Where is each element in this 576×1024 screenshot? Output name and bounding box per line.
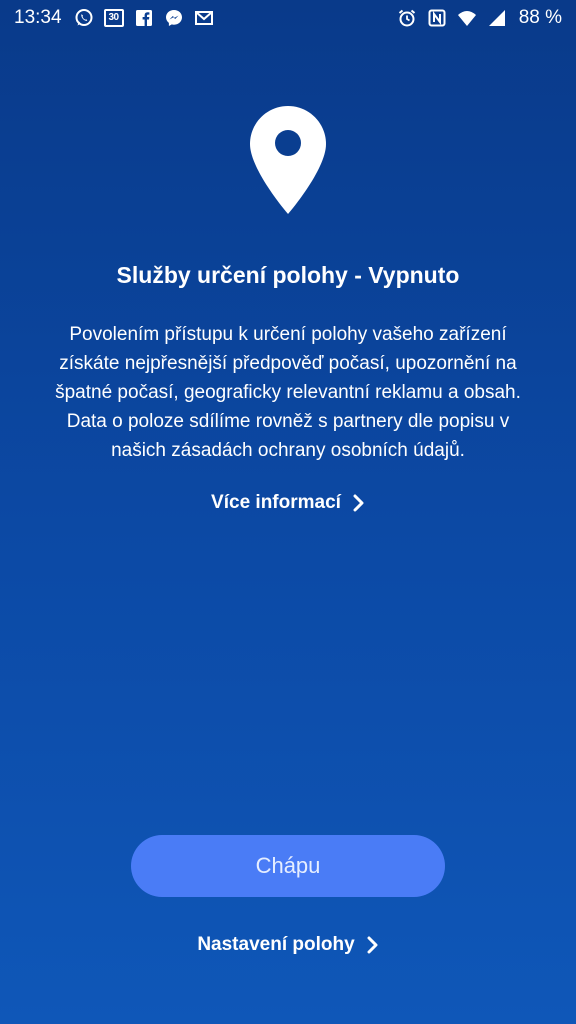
location-pin-container (0, 104, 576, 216)
chevron-right-icon (365, 936, 379, 954)
description-text: Povolením přístupu k určení polohy vašeh… (55, 324, 521, 461)
chevron-right-icon (351, 494, 365, 512)
page-title: Služby určení polohy - Vypnuto (116, 262, 460, 288)
wifi-icon (457, 8, 477, 28)
more-info-link[interactable]: Více informací (0, 492, 576, 514)
location-services-screen: 13:34 30 88 % Služby určení polohy - Vyp… (0, 0, 576, 1024)
location-settings-link[interactable]: Nastavení polohy (0, 934, 576, 956)
got-it-button[interactable]: Chápu (131, 835, 445, 897)
alarm-icon (397, 8, 417, 28)
messenger-icon (164, 8, 184, 28)
status-bar: 13:34 30 88 % (0, 0, 576, 36)
location-pin-icon (250, 106, 326, 214)
signal-icon (487, 8, 507, 28)
more-info-label: Více informací (211, 492, 341, 513)
calendar-icon: 30 (103, 9, 124, 27)
status-bar-right: 88 % (397, 7, 562, 29)
nfc-icon (427, 8, 447, 28)
gmail-icon (194, 8, 214, 28)
location-settings-label: Nastavení polohy (197, 934, 355, 955)
facebook-icon (134, 8, 154, 28)
battery-percent: 88 % (518, 7, 562, 28)
whatsapp-icon (74, 8, 94, 28)
status-time: 13:34 (14, 7, 62, 28)
status-bar-left: 13:34 30 (14, 7, 214, 29)
